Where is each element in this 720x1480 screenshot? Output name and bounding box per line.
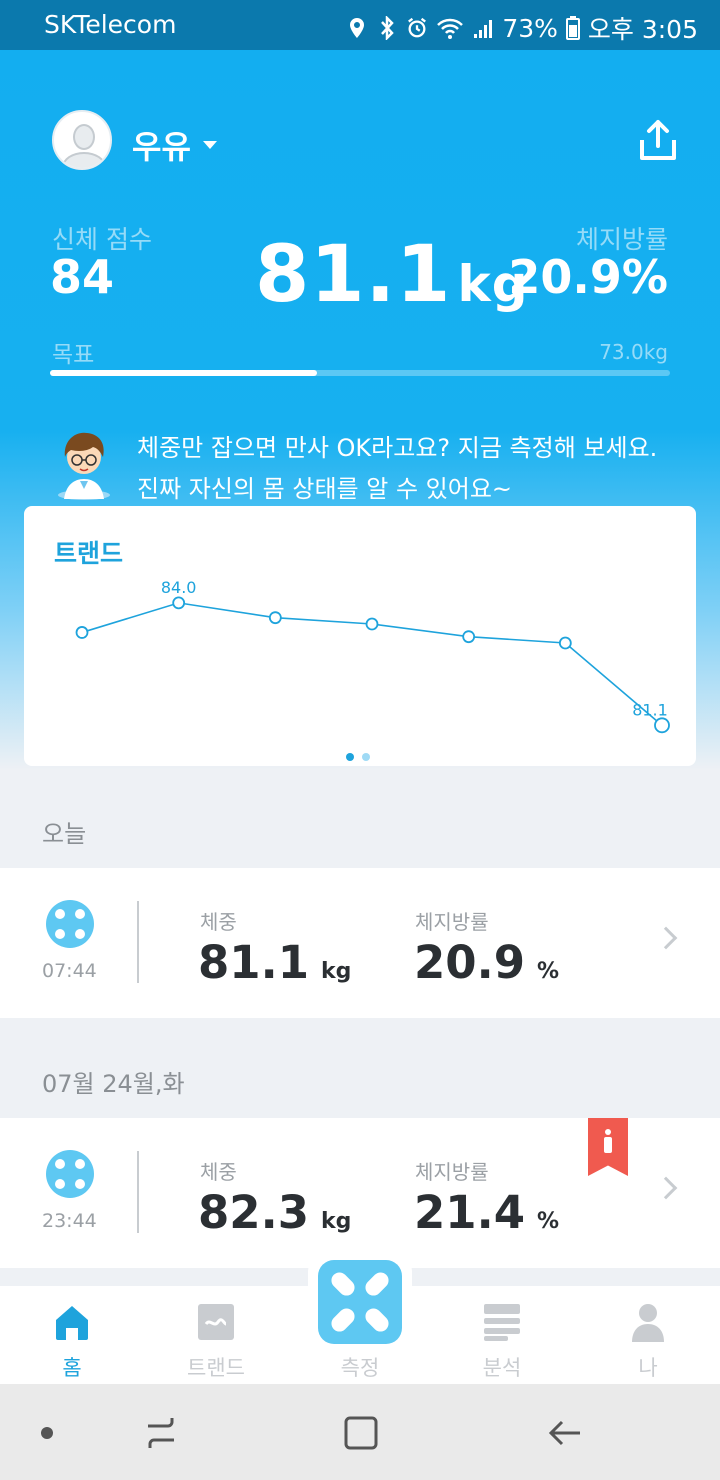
divider xyxy=(137,1151,139,1233)
record-time: 07:44 xyxy=(42,960,97,982)
weight-unit: kg xyxy=(321,1209,352,1234)
trend-point xyxy=(75,626,89,639)
nav-me[interactable]: 나 xyxy=(588,1286,708,1384)
measure-button[interactable] xyxy=(308,1250,412,1354)
page-dot-active xyxy=(346,753,354,761)
recent-apps-icon[interactable] xyxy=(142,1414,180,1452)
tip-message: 체중만 잡으면 만사 OK라고요? 지금 측정해 보세요. 진짜 자신의 몸 상… xyxy=(137,434,658,503)
fat-value: 20.9% xyxy=(414,936,559,989)
record-time: 23:44 xyxy=(42,1210,97,1232)
goal-value: 73.0kg xyxy=(599,340,668,364)
location-icon xyxy=(350,18,365,38)
trend-point xyxy=(365,617,379,631)
weight-label: 체중 xyxy=(200,1160,237,1184)
trend-point xyxy=(462,630,476,644)
section-date-label: 07월 24월,화 xyxy=(42,1070,185,1098)
nav-measure-label: 측정 xyxy=(340,1356,380,1380)
battery-icon xyxy=(565,16,580,40)
dot-icon[interactable] xyxy=(40,1426,54,1440)
trend-point xyxy=(268,611,282,625)
weight-value: 81.1 kg xyxy=(198,936,351,989)
fat-number: 20.9 xyxy=(414,936,526,989)
home-icon xyxy=(56,1306,88,1340)
clock: 오후 3:05 xyxy=(587,15,698,44)
section-today-label: 오늘 xyxy=(42,820,87,848)
trend-chart: 84.0 81.1 xyxy=(75,578,670,734)
trend-data-label: 81.1 xyxy=(632,700,668,719)
status-icons: 73% 오후 3:05 xyxy=(346,10,698,46)
nav-me-label: 나 xyxy=(638,1356,658,1380)
divider xyxy=(137,901,139,983)
nav-trend-label: 트랜드 xyxy=(187,1356,245,1380)
fat-value: 21.4% xyxy=(414,1186,559,1239)
body-fat-value: 20.9% xyxy=(508,250,668,304)
fat-unit: % xyxy=(537,959,560,984)
trend-data-label: 84.0 xyxy=(161,578,197,597)
fat-unit: % xyxy=(537,1209,560,1234)
scale-icon xyxy=(46,1150,94,1198)
weight-unit: kg xyxy=(321,959,352,984)
fat-label: 체지방률 xyxy=(415,1160,489,1184)
current-weight: 81.1 kg xyxy=(255,230,529,320)
avatar[interactable] xyxy=(52,110,112,170)
chevron-right-icon xyxy=(654,1176,678,1200)
status-bar: SKTelecom 73% 오후 3:05 xyxy=(0,0,720,50)
analysis-icon xyxy=(484,1304,520,1341)
trend-point xyxy=(558,636,572,650)
page-indicator xyxy=(346,753,370,761)
body-score-value: 84 xyxy=(50,250,115,304)
record-previous[interactable]: 23:44 체중 82.3 kg 체지방률 21.4% xyxy=(0,1118,720,1268)
bluetooth-icon xyxy=(381,16,395,40)
trend-point xyxy=(654,717,670,734)
battery-percent: 73% xyxy=(502,13,558,43)
character-avatar-icon xyxy=(58,432,110,500)
nav-analysis[interactable]: 분석 xyxy=(442,1286,562,1384)
page-dot xyxy=(362,753,370,761)
record-today[interactable]: 07:44 체중 81.1 kg 체지방률 20.9% xyxy=(0,868,720,1018)
system-nav-bar xyxy=(0,1384,720,1480)
weight-value: 82.3 kg xyxy=(198,1186,351,1239)
fat-number: 21.4 xyxy=(414,1186,526,1239)
alarm-icon xyxy=(408,17,427,38)
weight-number: 81.1 xyxy=(255,230,452,320)
nav-trend[interactable]: 트랜드 xyxy=(156,1286,276,1384)
fat-label: 체지방률 xyxy=(415,910,489,934)
goal-label: 목표 xyxy=(52,342,95,368)
back-icon[interactable] xyxy=(546,1414,584,1452)
share-icon[interactable] xyxy=(638,118,678,162)
home-square-icon[interactable] xyxy=(342,1414,380,1452)
trend-card[interactable]: 트랜드 84.0 81.1 xyxy=(24,506,696,766)
body-type-flag-icon xyxy=(588,1118,628,1176)
signal-icon xyxy=(474,20,493,38)
weight-number: 82.3 xyxy=(198,1186,310,1239)
nav-analysis-label: 분석 xyxy=(482,1356,522,1380)
nav-home[interactable]: 홈 xyxy=(12,1286,132,1384)
goal-progress-fill xyxy=(50,370,317,376)
scale-icon xyxy=(46,900,94,948)
weight-number: 81.1 xyxy=(198,936,310,989)
goal-progress-bar xyxy=(50,370,670,376)
nav-home-label: 홈 xyxy=(62,1356,82,1380)
trend-point xyxy=(172,596,186,610)
carrier-name: SKTelecom xyxy=(44,10,177,39)
username-label: 우유 xyxy=(132,128,191,166)
scale-icon xyxy=(318,1260,402,1344)
wifi-icon xyxy=(437,18,464,39)
caret-down-icon xyxy=(202,141,217,149)
chevron-right-icon xyxy=(654,926,678,950)
user-switcher[interactable]: 우유 xyxy=(132,122,217,168)
person-icon xyxy=(632,1304,664,1342)
trend-icon xyxy=(198,1304,234,1340)
weight-label: 체중 xyxy=(200,910,237,934)
